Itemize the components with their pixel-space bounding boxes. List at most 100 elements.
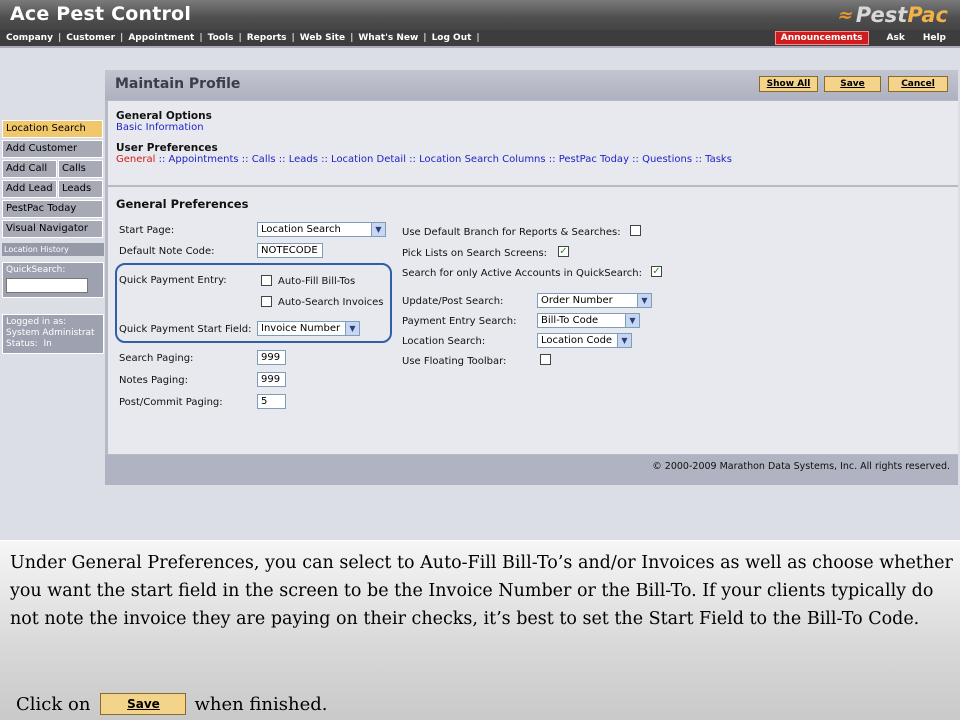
general-options-heading: General Options: [116, 110, 212, 122]
notes-paging-label: Notes Paging:: [119, 375, 188, 386]
click-instruction: Click on Save when finished.: [16, 693, 328, 715]
update-post-search-value: Order Number: [541, 295, 613, 306]
pestpac-logo: ≈ PestPac: [834, 3, 948, 27]
pick-lists-label: Pick Lists on Search Screens:: [402, 248, 548, 259]
auto-fill-bill-tos-checkbox[interactable]: [261, 275, 272, 286]
logged-in-panel: Logged in as: System Administrat Status:…: [2, 314, 104, 354]
active-accounts-checkbox[interactable]: ✓: [651, 266, 662, 277]
menu-right: Announcements Ask Help: [774, 30, 946, 46]
pref-link-appointments[interactable]: Appointments: [169, 154, 239, 165]
sidebar-pestpac-today[interactable]: PestPac Today: [2, 200, 103, 218]
use-default-branch-label: Use Default Branch for Reports & Searche…: [402, 227, 621, 238]
post-commit-paging-label: Post/Commit Paging:: [119, 397, 223, 408]
chevron-down-icon: ▼: [625, 314, 639, 327]
pref-link-location-search-columns[interactable]: Location Search Columns: [419, 154, 546, 165]
menu-appointment[interactable]: Appointment: [128, 33, 194, 43]
pestpac-app-window: Ace Pest Control ≈ PestPac Company | Cust…: [0, 0, 960, 540]
quick-payment-start-field-select[interactable]: Invoice Number ▼: [257, 321, 360, 336]
update-post-search-select[interactable]: Order Number ▼: [537, 293, 652, 308]
logo-text: PestPac: [855, 3, 948, 27]
payment-entry-search-label: Payment Entry Search:: [402, 316, 517, 327]
pref-link-tasks[interactable]: Tasks: [705, 154, 732, 165]
notes-paging-input[interactable]: 999: [257, 372, 286, 387]
save-button-image: Save: [100, 693, 187, 715]
default-note-code-label: Default Note Code:: [119, 246, 215, 257]
sidebar-leads[interactable]: Leads: [58, 180, 103, 198]
sidebar-add-customer[interactable]: Add Customer: [2, 140, 103, 158]
general-preferences-title: General Preferences: [116, 197, 249, 211]
basic-information-link[interactable]: Basic Information: [116, 122, 204, 133]
logged-in-user: System Administrat: [6, 328, 95, 338]
sidebar-add-call[interactable]: Add Call: [2, 160, 57, 178]
panel-footer: © 2000-2009 Marathon Data Systems, Inc. …: [105, 455, 958, 485]
options-section: General Options Basic Information User P…: [108, 101, 958, 185]
quick-payment-entry-label: Quick Payment Entry:: [119, 275, 227, 286]
auto-search-invoices-label: Auto-Search Invoices: [278, 297, 384, 308]
use-default-branch-checkbox[interactable]: [630, 225, 641, 236]
menu-ask[interactable]: Ask: [887, 33, 905, 43]
pref-link-questions[interactable]: Questions: [642, 154, 692, 165]
pref-link-general[interactable]: General: [116, 154, 155, 165]
logo-swoosh-icon: ≈: [834, 4, 856, 26]
sidebar-location-history[interactable]: Location History: [2, 243, 104, 256]
sidebar-visual-navigator[interactable]: Visual Navigator: [2, 220, 103, 238]
chevron-down-icon: ▼: [617, 334, 631, 347]
user-preferences-heading: User Preferences: [116, 142, 218, 154]
show-all-button[interactable]: Show All: [759, 76, 818, 92]
status-value: In: [43, 339, 52, 349]
menu-log-out[interactable]: Log Out: [432, 33, 472, 43]
auto-search-invoices-checkbox[interactable]: [261, 296, 272, 307]
post-commit-paging-input[interactable]: 5: [257, 394, 286, 409]
search-paging-input[interactable]: 999: [257, 350, 286, 365]
pick-lists-checkbox[interactable]: ✓: [558, 246, 569, 257]
panel-header: Maintain Profile Show All Save Cancel: [105, 70, 958, 100]
payment-entry-search-value: Bill-To Code: [541, 315, 599, 326]
save-button[interactable]: Save: [824, 76, 881, 92]
page-title: Maintain Profile: [115, 76, 241, 92]
pref-link-leads[interactable]: Leads: [289, 154, 318, 165]
sidebar-location-search[interactable]: Location Search: [2, 120, 103, 138]
default-note-code-input[interactable]: NOTECODE: [257, 243, 323, 258]
menu-tools[interactable]: Tools: [208, 33, 234, 43]
start-page-select[interactable]: Location Search ▼: [257, 222, 386, 237]
menu-customer[interactable]: Customer: [66, 33, 115, 43]
announcements-button[interactable]: Announcements: [774, 31, 869, 45]
logged-in-label: Logged in as:: [6, 317, 67, 327]
use-floating-toolbar-checkbox[interactable]: [540, 354, 551, 365]
sidebar-calls[interactable]: Calls: [58, 160, 103, 178]
cancel-button[interactable]: Cancel: [888, 76, 948, 92]
start-page-label: Start Page:: [119, 225, 175, 236]
main-menu-bar: Company | Customer | Appointment | Tools | R…: [0, 30, 960, 46]
location-search-label: Location Search:: [402, 336, 486, 347]
instruction-caption: Under General Preferences, you can selec…: [0, 541, 960, 720]
start-page-value: Location Search: [261, 224, 341, 235]
menu-left: Company | Customer | Appointment | Tools | R…: [6, 33, 480, 43]
pref-link-pestpac-today[interactable]: PestPac Today: [559, 154, 629, 165]
copyright-text: © 2000-2009 Marathon Data Systems, Inc. …: [652, 461, 950, 472]
user-preferences-links: General :: Appointments :: Calls :: Lead…: [116, 154, 732, 165]
active-accounts-label: Search for only Active Accounts in Quick…: [402, 268, 642, 279]
update-post-search-label: Update/Post Search:: [402, 296, 504, 307]
location-search-select[interactable]: Location Code ▼: [537, 333, 632, 348]
chevron-down-icon: ▼: [345, 322, 359, 335]
search-paging-label: Search Paging:: [119, 353, 194, 364]
general-preferences-section: General Preferences Start Page: Location…: [108, 187, 958, 454]
menu-help[interactable]: Help: [923, 33, 946, 43]
location-search-value: Location Code: [541, 335, 613, 346]
menu-web-site[interactable]: Web Site: [300, 33, 345, 43]
sidebar-add-lead[interactable]: Add Lead: [2, 180, 57, 198]
header-divider: [0, 46, 960, 48]
caption-paragraph: Under General Preferences, you can selec…: [10, 553, 953, 629]
payment-entry-search-select[interactable]: Bill-To Code ▼: [537, 313, 640, 328]
menu-whats-new[interactable]: What's New: [358, 33, 418, 43]
company-title: Ace Pest Control: [10, 3, 192, 25]
quicksearch-input[interactable]: [6, 278, 88, 293]
maintain-profile-panel: Maintain Profile Show All Save Cancel Ge…: [105, 70, 958, 485]
menu-reports[interactable]: Reports: [247, 33, 287, 43]
pref-link-location-detail[interactable]: Location Detail: [331, 154, 406, 165]
menu-company[interactable]: Company: [6, 33, 53, 43]
pref-link-calls[interactable]: Calls: [252, 154, 276, 165]
chevron-down-icon: ▼: [637, 294, 651, 307]
quick-payment-start-field-label: Quick Payment Start Field:: [119, 324, 252, 335]
chevron-down-icon: ▼: [371, 223, 385, 236]
